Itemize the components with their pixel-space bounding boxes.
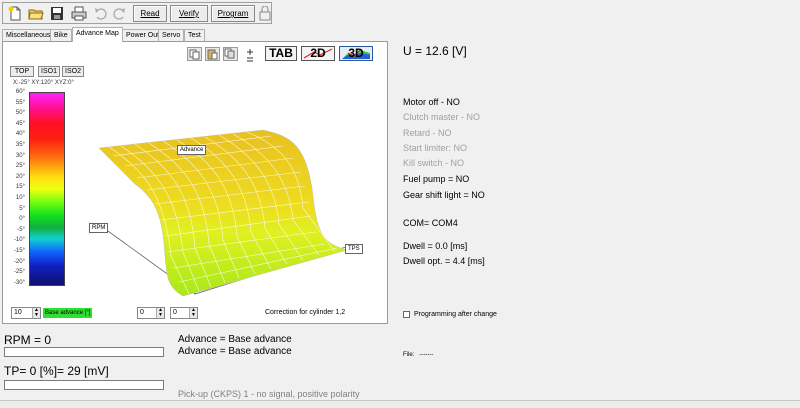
scale-label: 45°: [15, 120, 25, 127]
scale-label: 20°: [15, 173, 25, 180]
motor-off-status: Motor off - NO: [403, 97, 460, 107]
view-2d-label: 2D: [310, 46, 326, 60]
color-scale-gradient: [29, 92, 65, 286]
com-port-status: COM= COM4: [403, 218, 458, 228]
advance-source-1: Advance = Base advance: [178, 334, 292, 345]
advance-map-3d-surface[interactable]: [85, 86, 385, 306]
scale-label: 55°: [15, 99, 25, 106]
tab-view-button[interactable]: TAB: [265, 46, 297, 61]
save-icon[interactable]: [48, 5, 66, 22]
redo-icon[interactable]: [110, 5, 128, 22]
kill-switch-status: Kill switch - NO: [403, 158, 465, 168]
program-button[interactable]: Program: [211, 5, 255, 22]
read-button[interactable]: Read: [133, 5, 167, 22]
scale-label: -25°: [13, 269, 25, 276]
gear-shift-light-status: Gear shift light = NO: [403, 190, 485, 200]
offset-stepper-2[interactable]: 0 ▲ ▼: [170, 307, 198, 319]
open-folder-icon[interactable]: [27, 5, 45, 22]
tps-axis-label: TPS: [345, 244, 363, 254]
file-label: File:: [403, 352, 415, 358]
rpm-progress-bar: [4, 347, 164, 357]
correction-cylinder-label: Correction for cylinder 1,2: [265, 309, 346, 316]
paste-icon[interactable]: [205, 47, 220, 61]
stepper-arrows-icon[interactable]: ▲ ▼: [189, 308, 197, 318]
scale-label: 30°: [15, 152, 25, 159]
voltage-readout: U = 12.6 [V]: [403, 44, 467, 58]
read-label: Read: [140, 9, 160, 18]
scale-label: -15°: [13, 248, 25, 254]
pickup-status: Pick-up (CKPS) 1 - no signal, positive p…: [178, 389, 360, 399]
programming-after-change-checkbox[interactable]: [403, 311, 410, 318]
file-indicator: File: -------: [403, 352, 433, 358]
view-top-button[interactable]: TOP: [10, 66, 34, 77]
rotation-readout: X:-25° XY:120° XYZ:0°: [13, 80, 74, 86]
duplicate-icon[interactable]: [223, 47, 238, 61]
print-icon[interactable]: [70, 5, 88, 22]
advance-map-panel: TOP ISO1 ISO2 X:-25° XY:120° XYZ:0° TAB …: [2, 41, 388, 324]
scale-label: 35°: [15, 142, 25, 148]
offset-value-1: 0: [140, 309, 144, 316]
scale-label: 5°: [19, 205, 25, 212]
start-limiter-status: Start limiter: NO: [403, 143, 468, 153]
toolbar: Read Verify Program: [2, 2, 272, 24]
scale-label: 40°: [15, 131, 25, 138]
scale-label: -20°: [13, 258, 25, 265]
fuel-pump-status: Fuel pump = NO: [403, 174, 470, 184]
surface-mesh: [98, 129, 349, 297]
tab-advance-map[interactable]: Advance Map: [72, 27, 123, 42]
advance-axis-label: Advance: [177, 145, 207, 155]
scale-label: 0°: [19, 216, 25, 223]
scale-label: -30°: [13, 279, 25, 286]
verify-label: Verify: [178, 9, 199, 18]
view-iso1-button[interactable]: ISO1: [38, 66, 60, 77]
scale-label: -5°: [17, 226, 25, 233]
scale-label: 25°: [15, 163, 25, 170]
verify-button[interactable]: Verify: [170, 5, 208, 22]
new-file-icon[interactable]: [6, 5, 24, 22]
scale-label: 60°: [15, 89, 25, 95]
scale-label: 15°: [15, 184, 25, 191]
program-label: Program: [217, 9, 249, 18]
tp-readout: TP= 0 [%]= 29 [mV]: [4, 364, 109, 378]
offset-value-2: 0: [173, 309, 177, 316]
retard-status: Retard - NO: [403, 128, 452, 138]
scale-label: -10°: [13, 237, 25, 244]
tp-progress-bar: [4, 380, 164, 390]
zoom-stepper[interactable]: 10 ▲ ▼: [11, 307, 41, 319]
programming-after-change-label: Programming after change: [414, 311, 497, 318]
zoom-value: 10: [14, 309, 22, 316]
view-3d-label: 3D: [348, 46, 364, 60]
view-iso2-button[interactable]: ISO2: [62, 66, 84, 77]
plus-minus-icon[interactable]: [243, 47, 258, 62]
base-advance-label: Base advance [°]: [43, 308, 93, 318]
undo-icon[interactable]: [92, 5, 110, 22]
scale-label: 10°: [15, 195, 25, 201]
rpm-readout: RPM = 0: [4, 333, 52, 347]
advance-source-2: Advance = Base advance: [178, 346, 292, 357]
copy-icon[interactable]: [187, 47, 202, 61]
color-scale: 60° 55° 50° 45° 40° 35° 30° 25° 20° 15° …: [5, 89, 69, 289]
view-3d-button[interactable]: 3D: [339, 46, 373, 61]
offset-stepper-1[interactable]: 0 ▲ ▼: [137, 307, 165, 319]
dwell-readout: Dwell = 0.0 [ms]: [403, 241, 468, 251]
stepper-arrows-icon[interactable]: ▲ ▼: [156, 308, 164, 318]
rpm-axis-label: RPM: [89, 223, 109, 233]
file-value: -------: [419, 352, 434, 358]
status-bar: [0, 400, 800, 408]
view-2d-button[interactable]: 2D: [301, 46, 335, 61]
stepper-arrows-icon[interactable]: ▲ ▼: [32, 308, 40, 318]
scale-label: 50°: [15, 110, 25, 117]
lock-icon[interactable]: [258, 5, 272, 22]
clutch-master-status: Clutch master - NO: [403, 112, 481, 122]
dwell-opt-readout: Dwell opt. = 4.4 [ms]: [403, 256, 485, 266]
